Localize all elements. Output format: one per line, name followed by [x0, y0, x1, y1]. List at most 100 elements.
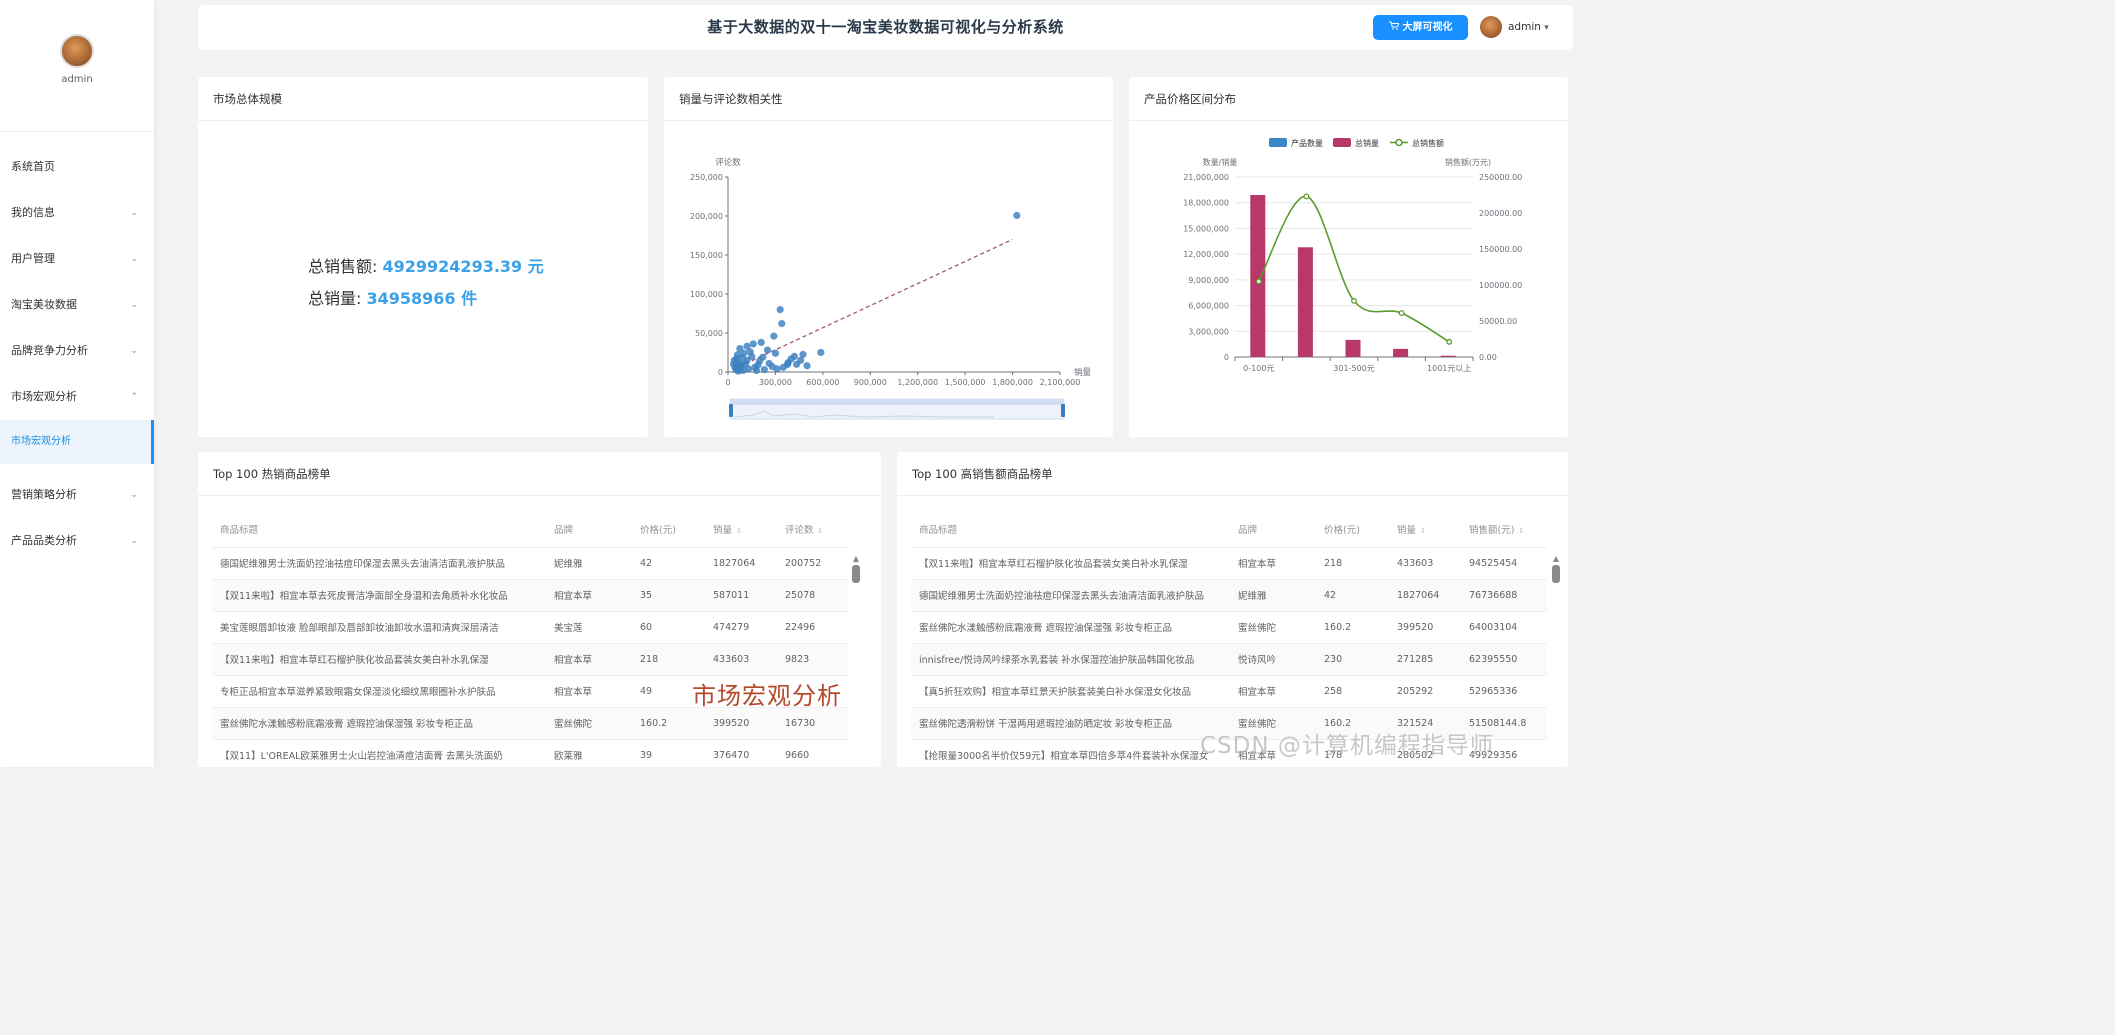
- scatter-point: [779, 363, 787, 371]
- sidebar-item-marketing[interactable]: 营销策略分析 ⌄: [0, 472, 154, 518]
- legend-swatch: [1269, 138, 1287, 147]
- sort-icon[interactable]: ⇕: [1420, 527, 1426, 535]
- table-row[interactable]: 蜜丝佛陀水漾触感粉底霜液膏 遮瑕控油保湿强 彩妆专柜正品 蜜丝佛陀 160.2 399…: [212, 707, 848, 740]
- table-row[interactable]: 【双11来啦】相宜本草红石榴护肤化妆品套装女美白补水乳保湿 相宜本草 218 4336…: [911, 547, 1547, 580]
- x-tick-label: 0: [725, 378, 730, 387]
- col-brand: 品牌: [546, 511, 632, 548]
- table-cell: 258: [1316, 675, 1389, 708]
- y-left-tick-label: 3,000,000: [1188, 327, 1229, 336]
- chevron-down-icon: ⌄: [130, 346, 138, 356]
- x-tick-label: 600,000: [806, 378, 839, 387]
- y-tick-label: 250,000: [690, 173, 723, 182]
- legend-label: 总销量: [1355, 138, 1379, 148]
- x-tick-label: 1,500,000: [945, 378, 986, 387]
- sidebar-item-user-management[interactable]: 用户管理 ⌄: [0, 236, 154, 282]
- scatter-point: [752, 366, 761, 375]
- sidebar-item-taobao-data[interactable]: 淘宝美妆数据 ⌄: [0, 282, 154, 328]
- line-total-amount: [1258, 195, 1450, 343]
- table-cell: 218: [1316, 547, 1389, 580]
- sidebar-item-home[interactable]: 系统首页: [0, 144, 154, 190]
- table-cell: 433603: [705, 643, 777, 676]
- legend-label: 总销售额: [1412, 138, 1444, 148]
- table-header: 商品标题 品牌 价格(元) 销量 ⇕ 销售额(元) ⇕: [911, 511, 1547, 548]
- scatter-point: [771, 349, 780, 357]
- table-scrollbar[interactable]: ▲: [1551, 554, 1561, 754]
- scroll-up-icon[interactable]: ▲: [1551, 554, 1561, 563]
- scroll-thumb[interactable]: [852, 565, 860, 583]
- table-cell: 160.2: [632, 707, 705, 740]
- x-tick-label: 1,200,000: [897, 378, 938, 387]
- table-scrollbar[interactable]: ▲: [851, 554, 861, 754]
- table-cell: 16730: [777, 707, 848, 740]
- sort-icon[interactable]: ⇕: [818, 527, 824, 535]
- scroll-up-icon[interactable]: ▲: [851, 554, 861, 563]
- avatar[interactable]: [60, 34, 94, 68]
- card-title: Top 100 热销商品榜单: [198, 452, 881, 496]
- sidebar-profile: admin: [0, 34, 154, 132]
- table-cell: 专柜正品相宜本草滋养紧致眼霜女保湿淡化细纹黑眼圈补水护肤品: [212, 675, 546, 708]
- col-volume[interactable]: 销量 ⇕: [1389, 511, 1461, 548]
- table-cell: 1827064: [1389, 579, 1461, 612]
- table-row[interactable]: 蜜丝佛陀水漾触感粉底霜液膏 遮瑕控油保湿强 彩妆专柜正品 蜜丝佛陀 160.2 399…: [911, 611, 1547, 644]
- table-row[interactable]: innisfree/悦诗风吟绿茶水乳套装 补水保湿控油护肤品韩国化妆品 悦诗风吟 2…: [911, 643, 1547, 676]
- table-cell: 【双11】L'OREAL欧莱雅男士火山岩控油清痘洁面膏 去黑头洗面奶: [212, 739, 546, 767]
- total-sales-amount-label: 总销售额:: [308, 257, 378, 276]
- sort-icon[interactable]: ⇕: [736, 527, 742, 535]
- table-row[interactable]: 德国妮维雅男士洗面奶控油祛痘印保湿去黑头去油清洁面乳液护肤品 妮维雅 42 18270…: [911, 579, 1547, 612]
- user-menu[interactable]: admin ▾: [1508, 5, 1549, 51]
- sidebar-item-label: 系统首页: [11, 160, 55, 173]
- table-cell: 474279: [705, 611, 777, 644]
- chevron-down-icon: ⌄: [130, 254, 138, 264]
- market-size-card: 市场总体规模 总销售额: 4929924293.39 元 总销量: 349589…: [198, 77, 648, 437]
- col-comments[interactable]: 评论数 ⇕: [777, 511, 848, 548]
- total-sales-volume: 总销量: 34958966 件: [308, 285, 477, 309]
- scatter-point: [759, 353, 767, 361]
- table-cell: 美宝莲: [546, 611, 632, 644]
- y-left-tick-label: 9,000,000: [1188, 276, 1229, 285]
- sort-icon[interactable]: ⇕: [1518, 527, 1524, 535]
- table-cell: 德国妮维雅男士洗面奶控油祛痘印保湿去黑头去油清洁面乳液护肤品: [911, 579, 1230, 612]
- sidebar-item-label: 淘宝美妆数据: [11, 298, 77, 311]
- total-sales-amount: 总销售额: 4929924293.39 元: [308, 253, 544, 277]
- table-header: 商品标题 品牌 价格(元) 销量 ⇕ 评论数 ⇕: [212, 511, 848, 548]
- col-price: 价格(元): [632, 511, 705, 548]
- sidebar-item-brand-analysis[interactable]: 品牌竞争力分析 ⌄: [0, 328, 154, 374]
- table-cell: 60: [632, 611, 705, 644]
- scatter-point: [736, 345, 744, 353]
- table-cell: 蜜丝佛陀水漾触感粉底霜液膏 遮瑕控油保湿强 彩妆专柜正品: [911, 611, 1230, 644]
- caret-down-icon: ▾: [1544, 23, 1549, 33]
- sidebar-item-market-macro[interactable]: 市场宏观分析 ⌃: [0, 374, 154, 420]
- col-amount[interactable]: 销售额(元) ⇕: [1461, 511, 1547, 548]
- table-cell: 271285: [1389, 643, 1461, 676]
- chevron-down-icon: ⌄: [130, 208, 138, 218]
- big-screen-label: 大屏可视化: [1402, 22, 1453, 33]
- table-cell: 1827064: [705, 547, 777, 580]
- table-row[interactable]: 美宝莲眼唇卸妆液 脸部眼部及唇部卸妆油卸妆水温和清爽深层清洁 美宝莲 60 47427…: [212, 611, 848, 644]
- csdn-watermark: CSDN @计算机编程指导师: [1200, 733, 1494, 759]
- sidebar-item-category[interactable]: 产品品类分析 ⌄: [0, 518, 154, 564]
- table-row[interactable]: 【双11】L'OREAL欧莱雅男士火山岩控油清痘洁面膏 去黑头洗面奶 欧莱雅 39 3…: [212, 739, 848, 767]
- sidebar-item-my-info[interactable]: 我的信息 ⌄: [0, 190, 154, 236]
- table-row[interactable]: 德国妮维雅男士洗面奶控油祛痘印保湿去黑头去油清洁面乳液护肤品 妮维雅 42 18270…: [212, 547, 848, 580]
- chevron-down-icon: ⌄: [130, 536, 138, 546]
- big-screen-button[interactable]: 大屏可视化: [1373, 15, 1468, 40]
- table-cell: 42: [1316, 579, 1389, 612]
- header-avatar[interactable]: [1480, 16, 1502, 38]
- col-volume[interactable]: 销量 ⇕: [705, 511, 777, 548]
- datazoom-handle-left: [729, 404, 733, 417]
- table-cell: 25078: [777, 579, 848, 612]
- table-cell: 德国妮维雅男士洗面奶控油祛痘印保湿去黑头去油清洁面乳液护肤品: [212, 547, 546, 580]
- table-row[interactable]: 【真5折狂欢购】相宜本草红景天护肤套装美白补水保湿女化妆品 相宜本草 258 2052…: [911, 675, 1547, 708]
- table-row[interactable]: 【双11来啦】相宜本草红石榴护肤化妆品套装女美白补水乳保湿 相宜本草 218 4336…: [212, 643, 848, 676]
- y-left-tick-label: 6,000,000: [1188, 302, 1229, 311]
- y-left-tick-label: 21,000,000: [1183, 173, 1229, 182]
- scroll-thumb[interactable]: [1552, 565, 1560, 583]
- table-cell: 欧莱雅: [546, 739, 632, 767]
- y-right-tick-label: 200000.00: [1479, 209, 1522, 218]
- sidebar-subitem-market-macro[interactable]: 市场宏观分析: [0, 420, 154, 464]
- table-cell: 妮维雅: [1230, 579, 1316, 612]
- table-row[interactable]: 【双11来啦】相宜本草去死皮膏洁净面部全身温和去角质补水化妆品 相宜本草 35 587…: [212, 579, 848, 612]
- price-distribution-card: 产品价格区间分布 产品数量 总销量 总销售额 数量/销量 销售额(万元) 0 3,000,0…: [1129, 77, 1568, 437]
- scatter-chart: 0 50,000 100,000 150,000 200,000 250,000 0 300,…: [690, 157, 1092, 420]
- sidebar-item-label: 营销策略分析: [11, 488, 77, 501]
